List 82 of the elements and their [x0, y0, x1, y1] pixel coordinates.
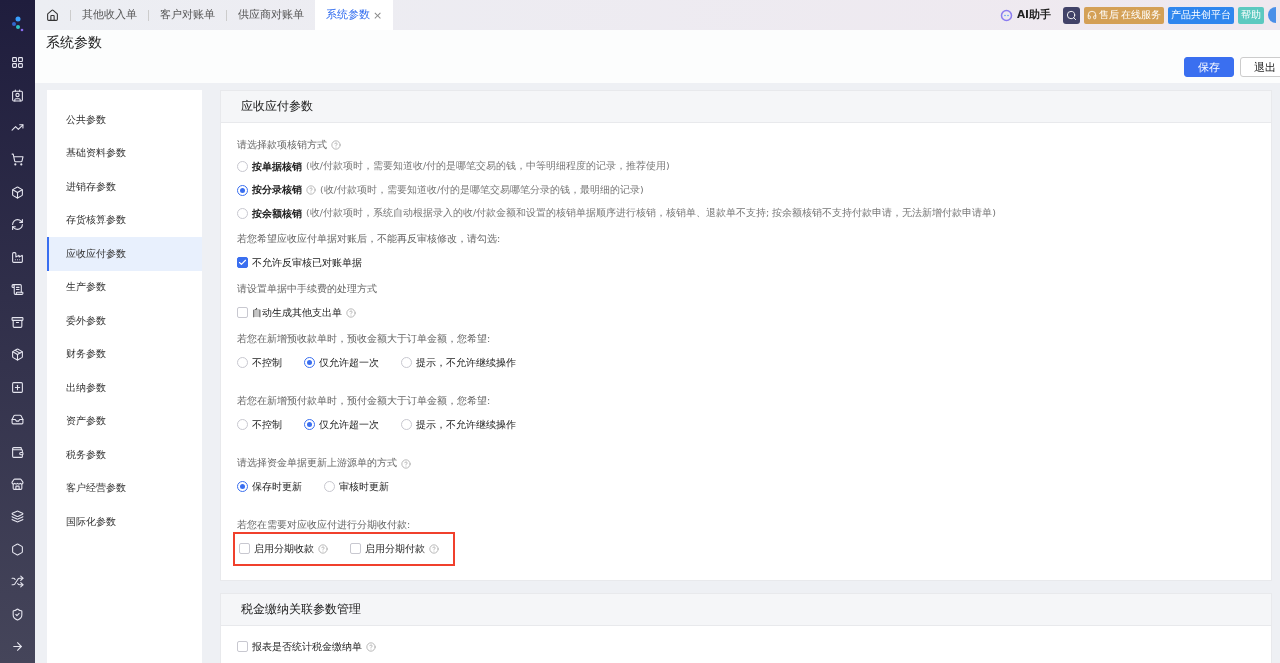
menu-item[interactable]: 应收应付参数 — [47, 237, 202, 271]
option-label: 启用分期付款 — [365, 541, 425, 556]
hexagon-icon[interactable] — [11, 542, 24, 556]
option-label: 报表是否统计税金缴纳单 — [252, 639, 362, 654]
option-label: 自动生成其他支出单 — [252, 305, 342, 320]
exit-button[interactable]: 退出 — [1240, 57, 1280, 77]
assistant-label[interactable]: AI助手 — [1016, 8, 1051, 22]
layers-icon[interactable] — [11, 510, 24, 524]
menu-item[interactable]: 生产参数 — [47, 270, 202, 304]
option-label: 仅允许超一次 — [319, 355, 379, 370]
scroll-icon[interactable] — [11, 283, 24, 297]
search-icon — [1066, 9, 1077, 21]
menu-item[interactable]: 财务参数 — [47, 337, 202, 371]
factory-icon[interactable] — [11, 250, 24, 264]
option-label: 仅允许超一次 — [319, 417, 379, 432]
option-label: 按余额核销 — [252, 206, 302, 221]
option-label: 提示，不允许继续操作 — [416, 355, 516, 370]
checkbox[interactable] — [350, 543, 361, 554]
trend-icon[interactable] — [11, 121, 24, 134]
tab[interactable]: 系统参数 × — [315, 0, 394, 30]
box-icon[interactable] — [11, 185, 24, 199]
option-note: (收/付款项时，系统自动根据录入的收/付款金额和设置的核销单据顺序进行核销，核销单、退款单不支持; 按余额核销不支持付款申请，无法新增付款申请单) — [306, 207, 997, 221]
hint-text: 若您在新增预付款单时，预付金额大于订单金额，您希望: — [237, 395, 491, 408]
hint-text: 请选择资金单据更新上游源单的方式 — [237, 457, 397, 470]
store-icon[interactable] — [11, 477, 24, 491]
option-note: (收/付款项时，需要知道收/付的是哪笔交易哪笔分录的钱，最明细的记录) — [320, 183, 644, 197]
hint-text: 若您希望应收应付单据对账后，不能再反审核修改，请勾选: — [237, 233, 501, 246]
option-label: 不允许反审核已对账单据 — [252, 255, 362, 270]
page-title: 系统参数 — [46, 34, 102, 52]
tab[interactable]: 其他收入单 — [71, 0, 148, 30]
menu-item[interactable]: 公共参数 — [47, 103, 202, 137]
option-note: (收/付款项时，需要知道收/付的是哪笔交易的钱，中等明细程度的记录，推荐使用) — [306, 160, 670, 174]
option-label: 按单据核销 — [252, 159, 302, 174]
menu-item[interactable]: 委外参数 — [47, 304, 202, 338]
hint-text: 若您在需要对应收应付进行分期收付款: — [237, 519, 411, 532]
option-label: 启用分期收款 — [254, 541, 314, 556]
hint-text: 请选择款项核销方式 — [237, 138, 327, 152]
menu-item[interactable]: 国际化参数 — [47, 505, 202, 539]
close-icon[interactable]: × — [373, 8, 383, 22]
tab[interactable]: 供应商对账单 — [227, 0, 315, 30]
menu-item[interactable]: 进销存参数 — [47, 170, 202, 204]
inbox-icon[interactable] — [11, 413, 24, 427]
menu-item[interactable]: 出纳参数 — [47, 371, 202, 405]
checkbox[interactable] — [237, 641, 248, 652]
cart-icon[interactable] — [11, 153, 24, 167]
shield-check-icon[interactable] — [11, 607, 24, 621]
section-title: 应收应付参数 — [221, 91, 1271, 123]
wallet-icon[interactable] — [11, 445, 24, 459]
refresh-icon[interactable] — [11, 218, 24, 232]
hint-text: 若您在新增预收款单时，预收金额大于订单金额，您希望: — [237, 333, 491, 346]
section-title: 税金缴纳关联参数管理 — [221, 593, 1271, 626]
option-label: 不控制 — [252, 355, 282, 370]
home-icon[interactable] — [46, 8, 59, 22]
grid-icon[interactable] — [11, 56, 24, 70]
checkbox[interactable] — [239, 543, 250, 554]
platform-button[interactable]: 产品共创平台 — [1168, 6, 1234, 24]
option-label: 提示，不允许继续操作 — [416, 417, 516, 432]
save-button[interactable]: 保存 — [1184, 57, 1234, 77]
headset-icon — [1087, 10, 1097, 20]
option-label: 审核时更新 — [339, 479, 389, 494]
menu-item[interactable]: 税务参数 — [47, 438, 202, 472]
archive-icon[interactable] — [11, 315, 24, 329]
option-label: 按分录核销 — [252, 183, 302, 198]
contact-card-icon[interactable] — [11, 88, 24, 102]
checkbox[interactable] — [237, 307, 248, 318]
hint-text: 请设置单据中手续费的处理方式 — [237, 283, 377, 296]
expand-icon[interactable] — [11, 640, 24, 654]
plus-square-icon[interactable] — [11, 380, 24, 394]
menu-item[interactable]: 存货核算参数 — [47, 203, 202, 237]
search-button[interactable] — [1063, 6, 1080, 24]
avatar-icon[interactable] — [1268, 7, 1276, 23]
assistant-icon[interactable] — [999, 8, 1013, 22]
package-icon[interactable] — [11, 348, 24, 362]
menu-item[interactable]: 资产参数 — [47, 404, 202, 438]
option-label: 不控制 — [252, 417, 282, 432]
menu-item[interactable]: 基础资料参数 — [47, 136, 202, 170]
menu-item[interactable]: 客户经营参数 — [47, 471, 202, 505]
logo-icon — [10, 16, 25, 33]
checkbox[interactable] — [237, 257, 248, 268]
tab[interactable]: 客户对账单 — [149, 0, 226, 30]
option-label: 保存时更新 — [252, 479, 302, 494]
shuffle-icon[interactable] — [11, 575, 24, 589]
